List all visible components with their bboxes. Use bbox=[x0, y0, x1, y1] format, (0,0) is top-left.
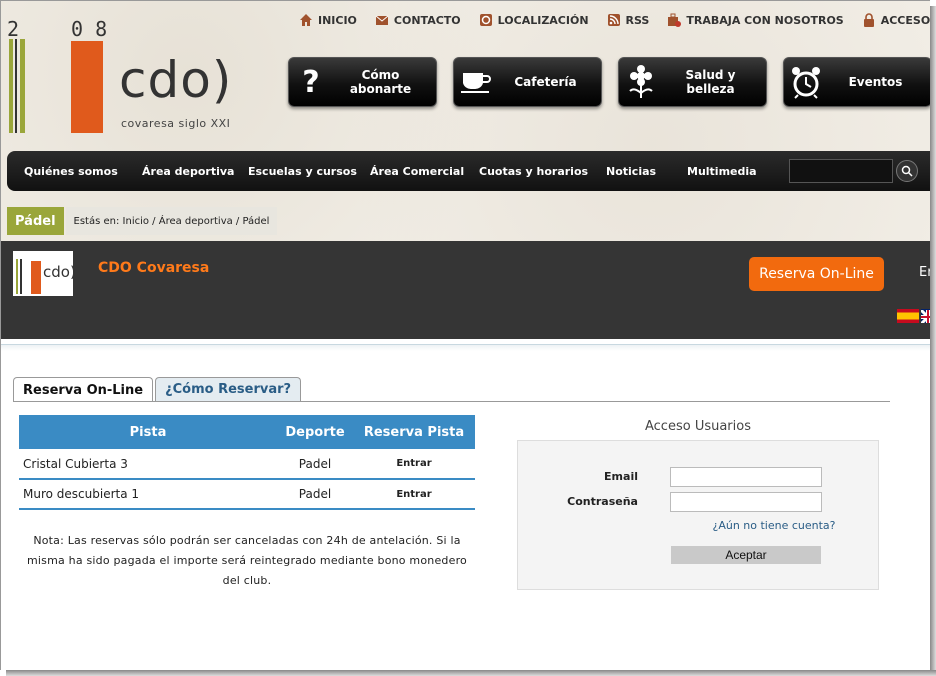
court-sport: Padel bbox=[277, 449, 353, 480]
site-header: 2 0 8 cdo) covaresa siglo XXI INICIO CON… bbox=[1, 1, 930, 241]
login-title: Acceso Usuarios bbox=[645, 419, 751, 434]
logo-block-orange bbox=[71, 41, 103, 133]
logo-digit-left: 2 bbox=[7, 17, 20, 41]
nav-multimedia[interactable]: Multimedia bbox=[687, 165, 757, 178]
window-shadow-bottom bbox=[6, 670, 936, 676]
button-label: Cafetería bbox=[514, 75, 577, 89]
header-reserva: Reserva Pista bbox=[353, 415, 475, 449]
topnav-label: INICIO bbox=[318, 13, 357, 27]
button-label: Eventos bbox=[848, 75, 903, 89]
home-icon bbox=[300, 14, 312, 26]
topnav-contacto[interactable]: CONTACTO bbox=[375, 13, 461, 27]
mini-bar bbox=[20, 259, 22, 294]
logo-bar-dark bbox=[15, 39, 17, 133]
feature-buttons: ? Cómo abonarte Cafetería Salud y bellez… bbox=[288, 57, 930, 107]
table-row: Cristal Cubierta 3 Padel Entrar bbox=[19, 449, 475, 480]
site-logo[interactable]: 2 0 8 cdo) covaresa siglo XXI bbox=[1, 1, 241, 141]
main-nav: Quiénes somos Área deportiva Escuelas y … bbox=[7, 151, 930, 191]
courts-table: Pista Deporte Reserva Pista Cristal Cubi… bbox=[19, 415, 475, 510]
tab-reserva-online[interactable]: Reserva On-Line bbox=[13, 377, 154, 402]
court-name: Muro descubierta 1 bbox=[19, 479, 277, 510]
alarm-clock-icon bbox=[784, 62, 828, 102]
mini-block bbox=[31, 261, 41, 294]
login-form: Email Contraseña ¿Aún no tiene cuenta? A… bbox=[517, 440, 879, 590]
location-icon bbox=[479, 14, 492, 26]
nav-area-comercial[interactable]: Área Comercial bbox=[370, 165, 464, 178]
salud-belleza-button[interactable]: Salud y belleza bbox=[618, 57, 767, 107]
tab-como-reservar[interactable]: ¿Cómo Reservar? bbox=[155, 377, 302, 401]
logo-text: cdo) bbox=[119, 51, 233, 109]
nav-noticias[interactable]: Noticias bbox=[606, 165, 656, 178]
nav-quienes-somos[interactable]: Quiénes somos bbox=[24, 165, 118, 178]
section-title: Pádel bbox=[7, 207, 64, 235]
topnav-label: CONTACTO bbox=[393, 13, 461, 27]
language-link[interactable]: En bbox=[919, 265, 930, 280]
court-name: Cristal Cubierta 3 bbox=[19, 449, 277, 480]
reservation-content: Reserva On-Line ¿Cómo Reservar? Pista De… bbox=[1, 344, 930, 670]
topnav-label: RSS bbox=[625, 13, 650, 27]
coffee-cup-icon bbox=[454, 62, 498, 102]
question-icon: ? bbox=[302, 64, 320, 100]
rss-icon bbox=[607, 14, 620, 26]
password-field[interactable] bbox=[670, 492, 822, 512]
topnav-trabaja[interactable]: TRABAJA CON NOSOTROS bbox=[667, 13, 844, 27]
breadcrumb-path[interactable]: Estás en: Inicio / Área deportiva / Páde… bbox=[65, 207, 278, 235]
topnav-localizacion[interactable]: LOCALIZACIÓN bbox=[479, 13, 589, 27]
nav-cuotas-horarios[interactable]: Cuotas y horarios bbox=[479, 165, 588, 178]
breadcrumb: Pádel Estás en: Inicio / Área deportiva … bbox=[7, 207, 278, 235]
topnav-label: TRABAJA CON NOSOTROS bbox=[686, 13, 844, 27]
flower-icon bbox=[619, 62, 663, 102]
search-icon bbox=[901, 165, 913, 177]
eventos-button[interactable]: Eventos bbox=[783, 57, 930, 107]
utility-nav: INICIO CONTACTO LOCALIZACIÓN RSS TRABAJA… bbox=[299, 13, 930, 27]
button-label: Cómo abonarte bbox=[349, 68, 412, 96]
search-input[interactable] bbox=[789, 159, 893, 183]
court-enter-link[interactable]: Entrar bbox=[353, 449, 475, 480]
email-label: Email bbox=[604, 470, 638, 483]
header-pista: Pista bbox=[19, 415, 277, 449]
browser-viewport: 2 0 8 cdo) covaresa siglo XXI INICIO CON… bbox=[0, 0, 930, 670]
como-abonarte-button[interactable]: ? Cómo abonarte bbox=[288, 57, 437, 107]
logo-subtitle: covaresa siglo XXI bbox=[121, 117, 231, 130]
window-shadow-right bbox=[930, 6, 936, 676]
spanish-flag-icon[interactable] bbox=[897, 309, 919, 323]
club-logo: cdo) bbox=[13, 251, 76, 296]
reservation-tabs: Reserva On-Line ¿Cómo Reservar? bbox=[13, 377, 303, 402]
content-top-shade bbox=[1, 345, 930, 351]
table-row: Muro descubierta 1 Padel Entrar bbox=[19, 479, 475, 510]
login-submit-button[interactable]: Aceptar bbox=[671, 546, 821, 564]
signup-link[interactable]: ¿Aún no tiene cuenta? bbox=[668, 519, 880, 532]
reserva-online-button[interactable]: Reserva On-Line bbox=[749, 257, 884, 291]
mail-icon bbox=[375, 15, 389, 25]
password-label: Contraseña bbox=[567, 495, 638, 508]
button-label: Salud y belleza bbox=[685, 68, 736, 96]
topnav-inicio[interactable]: INICIO bbox=[299, 13, 357, 27]
cancellation-note: Nota: Las reservas sólo podrán ser cance… bbox=[27, 534, 467, 587]
mini-bar bbox=[16, 259, 18, 294]
court-enter-link[interactable]: Entrar bbox=[353, 479, 475, 510]
club-logo-text: cdo) bbox=[43, 263, 76, 281]
logo-digit-right: 0 8 bbox=[71, 17, 108, 41]
topnav-acceso-privado[interactable]: ACCESO PRIVADO bbox=[862, 13, 930, 27]
header-deporte: Deporte bbox=[277, 415, 353, 449]
email-field[interactable] bbox=[670, 467, 822, 487]
lock-icon bbox=[863, 13, 874, 27]
topnav-label: ACCESO PRIVADO bbox=[880, 13, 930, 27]
tab-divider bbox=[13, 401, 890, 402]
club-name: CDO Covaresa bbox=[98, 260, 210, 276]
cafeteria-button[interactable]: Cafetería bbox=[453, 57, 602, 107]
topnav-label: LOCALIZACIÓN bbox=[497, 13, 589, 27]
logo-bar-green-2 bbox=[20, 39, 25, 133]
nav-escuelas-cursos[interactable]: Escuelas y cursos bbox=[248, 165, 357, 178]
court-sport: Padel bbox=[277, 479, 353, 510]
table-header-row: Pista Deporte Reserva Pista bbox=[19, 415, 475, 449]
club-banner: cdo) CDO Covaresa Reserva On-Line En bbox=[1, 241, 930, 339]
nav-area-deportiva[interactable]: Área deportiva bbox=[142, 165, 234, 178]
uk-flag-icon[interactable] bbox=[921, 309, 930, 323]
work-icon bbox=[668, 13, 682, 27]
topnav-rss[interactable]: RSS bbox=[607, 13, 650, 27]
logo-bar-green bbox=[9, 39, 13, 133]
search-button[interactable] bbox=[896, 160, 918, 182]
